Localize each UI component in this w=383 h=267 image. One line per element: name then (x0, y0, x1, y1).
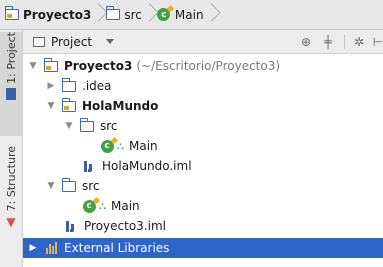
tree-node-holamundo-iml[interactable]: HolaMundo.iml (23, 156, 383, 176)
tree-node-holamundo-main[interactable]: c ⛬ Main (23, 136, 383, 156)
breadcrumb-label: Proyecto3 (23, 7, 92, 22)
library-icon (43, 240, 59, 256)
folder-icon (105, 6, 121, 23)
run-badge-icon: ⛬ (99, 200, 106, 212)
structure-tool-tab[interactable]: 7: Structure ▼ (0, 146, 22, 262)
breadcrumb-separator (143, 0, 153, 30)
tree-node-label: Proyecto3 (64, 59, 133, 73)
tree-node-proyecto3[interactable]: ▼ Proyecto3 (~/Escritorio/Proyecto3) (23, 56, 383, 76)
tree-node-label: .idea (82, 79, 112, 93)
tree-node-src-main[interactable]: c ⛬ Main (23, 196, 383, 216)
class-icon: c (99, 138, 115, 154)
tool-window-strip: 1: Project 7: Structure ▼ (0, 30, 23, 267)
tree-node-label: External Libraries (64, 241, 170, 255)
tree-node-label: Main (129, 139, 158, 153)
class-icon: c (156, 7, 172, 23)
module-folder-icon (61, 97, 77, 114)
tree-node-label: src (82, 179, 100, 193)
expanded-arrow-icon[interactable]: ▼ (45, 100, 57, 112)
expanded-arrow-icon[interactable]: ▼ (45, 180, 57, 192)
tree-node-label: src (100, 119, 118, 133)
structure-icon: ▼ (6, 215, 16, 230)
iml-file-icon (81, 158, 97, 174)
collapse-icon[interactable]: ╪ (320, 34, 336, 50)
collapsed-arrow-icon[interactable]: ▶ (27, 242, 39, 254)
module-folder-icon (4, 6, 20, 23)
locate-icon[interactable]: ⊕ (298, 34, 314, 50)
module-folder-icon (43, 57, 59, 74)
folder-icon (61, 77, 77, 94)
tree-node-holamundo[interactable]: ▼ HolaMundo (23, 96, 383, 116)
expanded-arrow-icon[interactable]: ▼ (63, 120, 75, 132)
breadcrumb-label: src (124, 7, 142, 22)
breadcrumb-item-proyecto3[interactable]: Proyecto3 (4, 0, 91, 30)
source-folder-icon (61, 177, 77, 194)
class-icon: c (81, 198, 97, 214)
tree-node-src[interactable]: ▼ src (23, 176, 383, 196)
tree-node-idea[interactable]: ▶ .idea (23, 76, 383, 96)
view-selector-label: Project (51, 34, 93, 49)
project-view-icon (33, 36, 45, 47)
hide-icon[interactable]: ⊢ (373, 34, 383, 50)
tree-node-proyecto3-iml[interactable]: Proyecto3.iml (23, 216, 383, 236)
breadcrumb-separator (205, 0, 215, 30)
tree-node-label: Main (111, 199, 140, 213)
breadcrumb-separator (92, 0, 102, 30)
chevron-down-icon (106, 39, 115, 44)
view-selector-dropdown[interactable]: Project (29, 32, 120, 52)
tree-node-holamundo-src[interactable]: ▼ src (23, 116, 383, 136)
collapsed-arrow-icon[interactable]: ▶ (45, 80, 57, 92)
tree-node-external-libraries[interactable]: ▶ External Libraries (23, 238, 383, 258)
toolbar-divider (344, 35, 345, 49)
project-tree: ▼ Proyecto3 (~/Escritorio/Proyecto3) ▶ .… (23, 54, 383, 267)
project-panel-header: Project ⊕ ╪ ✲ ⊢ (23, 30, 383, 54)
tree-node-label: HolaMundo.iml (102, 159, 192, 173)
project-tab-icon (6, 87, 16, 100)
project-tool-tab[interactable]: 1: Project (0, 32, 22, 136)
structure-tab-label: 7: Structure (4, 146, 18, 212)
source-folder-icon (79, 117, 95, 134)
breadcrumb-item-src[interactable]: src (105, 0, 142, 30)
navigation-breadcrumb: Proyecto3 src c Main (0, 0, 383, 30)
tree-node-label: Proyecto3.iml (84, 219, 166, 233)
settings-icon[interactable]: ✲ (351, 34, 367, 50)
run-badge-icon: ⛬ (117, 140, 124, 152)
tree-node-label: HolaMundo (82, 99, 159, 113)
expanded-arrow-icon[interactable]: ▼ (27, 60, 39, 72)
breadcrumb-item-main[interactable]: c Main (156, 0, 204, 30)
project-path: (~/Escritorio/Proyecto3) (136, 59, 281, 73)
panel-toolbar: ⊕ ╪ ✲ ⊢ (292, 30, 383, 54)
project-tab-label: 1: Project (4, 32, 18, 84)
breadcrumb-label: Main (174, 7, 204, 22)
iml-file-icon (63, 218, 79, 234)
